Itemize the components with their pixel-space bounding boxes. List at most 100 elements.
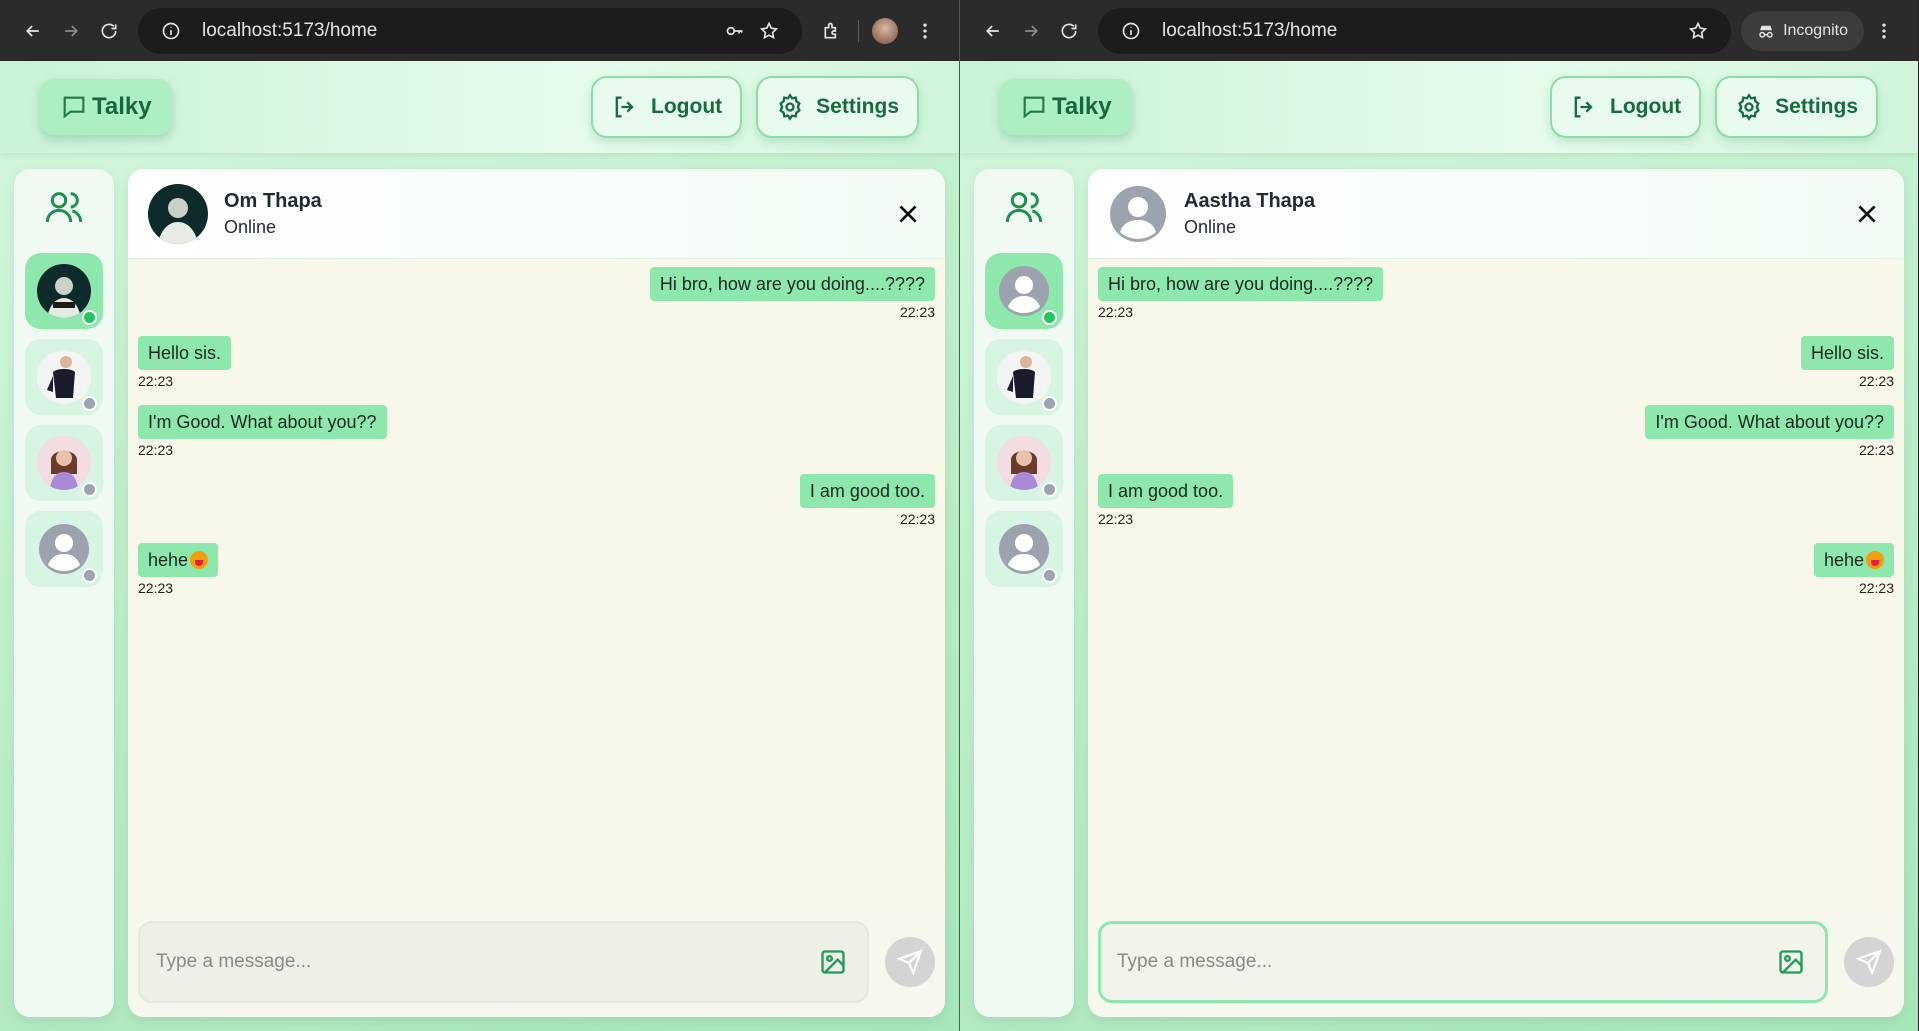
users-icon[interactable]	[44, 187, 84, 227]
settings-button[interactable]: Settings	[1715, 76, 1878, 138]
avatar	[997, 436, 1051, 490]
chat-header: Aastha Thapa Online	[1088, 169, 1904, 259]
back-icon[interactable]	[974, 12, 1012, 50]
settings-label: Settings	[1775, 95, 1858, 118]
close-chat-button[interactable]	[1850, 197, 1884, 231]
chat-bubble-icon	[1023, 96, 1045, 119]
message-time: 22:23	[1098, 511, 1134, 527]
default-avatar-icon	[997, 264, 1051, 318]
extensions-icon[interactable]	[812, 11, 852, 51]
message-input[interactable]	[1117, 951, 1773, 973]
menu-kebab-icon[interactable]	[1864, 11, 1904, 51]
brand-logo[interactable]: Talky	[40, 79, 172, 135]
logout-icon	[1574, 96, 1593, 118]
close-icon	[1858, 204, 1876, 223]
contacts-sidebar	[974, 169, 1074, 1017]
url-text[interactable]: localhost:5173/home	[202, 20, 718, 42]
message-composer	[128, 907, 945, 1017]
message-outgoing: hehe 22:23	[1098, 543, 1894, 604]
incognito-label: Incognito	[1783, 21, 1848, 39]
site-info-icon[interactable]	[1114, 14, 1148, 48]
chat-header: Om Thapa Online	[128, 169, 945, 259]
browser-toolbar: localhost:5173/home	[0, 0, 959, 61]
message-input-wrapper	[138, 921, 869, 1003]
browser-window-right: localhost:5173/home Incognito Talky Logo…	[959, 0, 1918, 1031]
message-bubble: I am good too.	[799, 474, 935, 508]
forward-icon[interactable]	[52, 12, 90, 50]
reload-icon[interactable]	[1050, 12, 1088, 50]
bookmark-star-icon[interactable]	[1681, 14, 1715, 48]
message-bubble: hehe	[1813, 543, 1894, 577]
address-bar[interactable]: localhost:5173/home	[138, 7, 802, 54]
contact-item[interactable]	[25, 511, 103, 587]
chat-contact-status: Online	[224, 216, 277, 237]
contact-item[interactable]	[985, 339, 1063, 415]
chat-contact-name: Aastha Thapa	[1184, 189, 1316, 212]
attach-image-button[interactable]	[815, 944, 851, 980]
default-avatar-icon	[1108, 184, 1168, 244]
users-icon[interactable]	[1004, 187, 1044, 227]
message-incoming: I am good too. 22:23	[1098, 474, 1894, 535]
address-bar[interactable]: localhost:5173/home	[1098, 7, 1732, 54]
settings-button[interactable]: Settings	[756, 76, 919, 138]
url-text[interactable]: localhost:5173/home	[1162, 20, 1681, 42]
contact-item-aastha-thapa[interactable]	[985, 253, 1063, 329]
message-outgoing: Hello sis. 22:23	[1098, 336, 1894, 397]
contact-item[interactable]	[985, 511, 1063, 587]
message-composer	[1088, 907, 1904, 1017]
message-bubble: I'm Good. What about you??	[138, 405, 387, 439]
contact-item[interactable]	[25, 339, 103, 415]
message-input[interactable]	[156, 951, 815, 973]
password-key-icon[interactable]	[718, 14, 752, 48]
offline-status-dot	[1042, 482, 1057, 497]
menu-kebab-icon[interactable]	[905, 11, 945, 51]
bookmark-star-icon[interactable]	[752, 14, 786, 48]
profile-avatar[interactable]	[865, 11, 905, 51]
message-list: Hi bro, how are you doing....???? 22:23 …	[1088, 259, 1904, 907]
chat-panel: Aastha Thapa Online Hi bro, how are you …	[1088, 169, 1904, 1017]
message-incoming: I'm Good. What about you?? 22:23	[138, 405, 935, 466]
logout-button[interactable]: Logout	[1550, 76, 1702, 138]
screen: localhost:5173/home Talky Logout Setting…	[0, 0, 1919, 1031]
chat-panel: Om Thapa Online Hi bro, how are you doin…	[128, 169, 945, 1017]
contact-item[interactable]	[25, 425, 103, 501]
message-bubble: Hello sis.	[1800, 336, 1894, 370]
brand-logo[interactable]: Talky	[1000, 79, 1132, 135]
gear-icon	[779, 93, 801, 121]
settings-label: Settings	[816, 95, 899, 118]
default-avatar-icon	[997, 522, 1051, 576]
message-outgoing: I'm Good. What about you?? 22:23	[1098, 405, 1894, 466]
send-button[interactable]	[885, 937, 935, 987]
forward-icon[interactable]	[1012, 12, 1050, 50]
message-incoming: Hello sis. 22:23	[138, 336, 935, 397]
contact-item[interactable]	[985, 425, 1063, 501]
message-outgoing: Hi bro, how are you doing....???? 22:23	[138, 267, 935, 328]
image-icon	[1779, 950, 1803, 974]
message-time: 22:23	[899, 304, 935, 320]
logout-label: Logout	[651, 95, 723, 118]
toolbar-divider	[858, 19, 859, 42]
attach-image-button[interactable]	[1773, 944, 1809, 980]
back-icon[interactable]	[14, 12, 52, 50]
brand-name: Talky	[1052, 93, 1112, 120]
logout-button[interactable]: Logout	[591, 76, 743, 138]
close-icon	[899, 204, 917, 223]
avatar	[37, 264, 91, 318]
send-button[interactable]	[1844, 937, 1894, 987]
chat-bubble-icon	[63, 96, 85, 119]
default-avatar-icon	[37, 522, 91, 576]
message-incoming: Hi bro, how are you doing....???? 22:23	[1098, 267, 1894, 328]
reload-icon[interactable]	[90, 12, 128, 50]
online-status-dot	[1042, 310, 1057, 325]
site-info-icon[interactable]	[154, 14, 188, 48]
incognito-indicator[interactable]: Incognito	[1741, 10, 1864, 51]
tongue-emoji-icon	[1866, 551, 1884, 569]
close-chat-button[interactable]	[891, 197, 925, 231]
talky-app: Talky Logout Settings	[0, 61, 959, 1031]
offline-status-dot	[1042, 568, 1057, 583]
message-time: 22:23	[138, 580, 174, 596]
contact-item-om-thapa[interactable]	[25, 253, 103, 329]
app-header: Talky Logout Settings	[0, 61, 959, 153]
browser-window-left: localhost:5173/home Talky Logout Setting…	[0, 0, 959, 1031]
message-time: 22:23	[1098, 304, 1134, 320]
